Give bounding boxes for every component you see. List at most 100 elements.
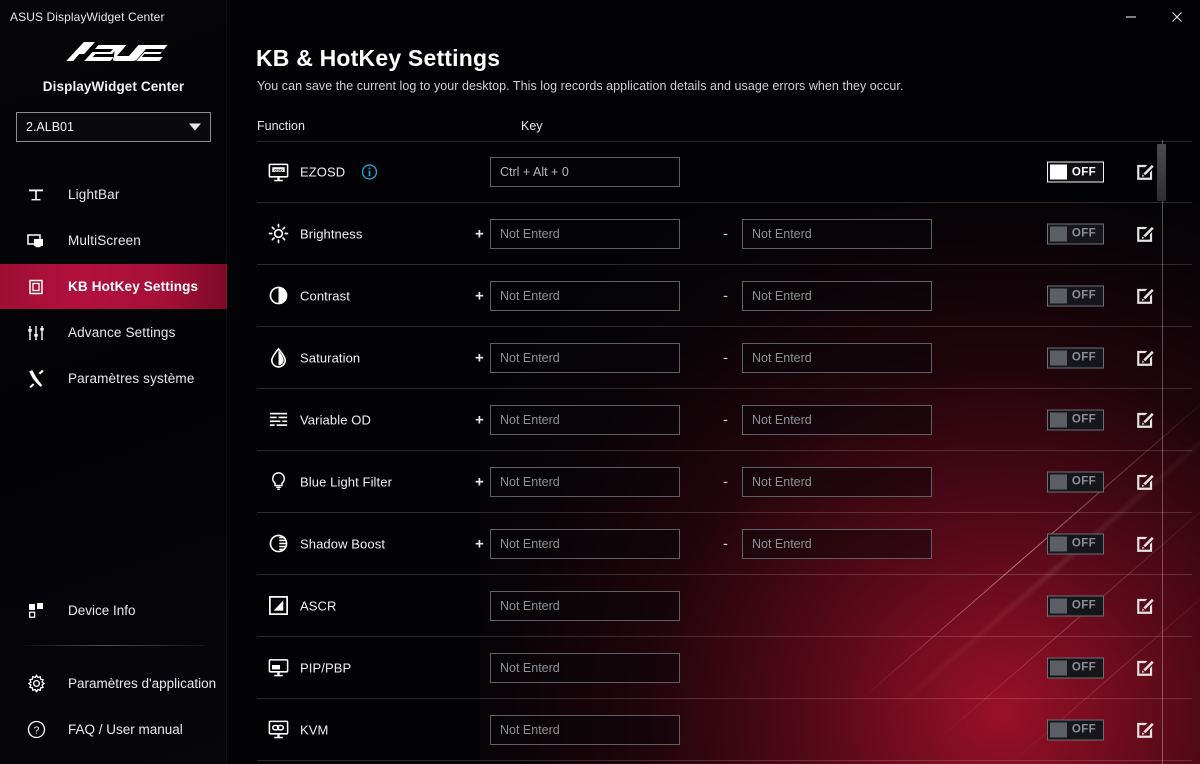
row-function-label: PIP/PBP xyxy=(300,660,352,675)
table-header: Function Key xyxy=(257,119,1177,141)
hotkey-input-primary[interactable]: Not Enterd xyxy=(490,714,680,745)
hotkey-input-primary[interactable]: Ctrl + Alt + 0 xyxy=(490,157,680,187)
row-function-label: KVM xyxy=(300,722,329,737)
device-select-value: 2.ALB01 xyxy=(26,120,74,134)
enable-toggle[interactable]: OFF xyxy=(1047,719,1104,740)
enable-toggle[interactable]: OFF xyxy=(1047,409,1104,430)
toggle-state-label: OFF xyxy=(1071,537,1097,550)
sidebar-item-device-info[interactable]: Device Info xyxy=(0,589,227,631)
edit-button[interactable] xyxy=(1135,162,1155,182)
edit-button[interactable] xyxy=(1135,658,1155,678)
pip-pbp-icon xyxy=(266,656,290,680)
hotkey-input-secondary[interactable]: Not Enterd xyxy=(742,280,932,311)
hotkey-input-primary[interactable]: Not Enterd xyxy=(490,342,680,373)
toggle-knob xyxy=(1050,660,1067,675)
sidebar-item-advance-settings[interactable]: Advance Settings xyxy=(0,310,227,355)
edit-button[interactable] xyxy=(1135,534,1155,554)
close-icon xyxy=(1172,11,1182,22)
sidebar-item-label: MultiScreen xyxy=(68,233,141,248)
hotkey-input-primary-value: Not Enterd xyxy=(500,226,560,241)
edit-button[interactable] xyxy=(1135,596,1155,616)
toggle-knob xyxy=(1050,474,1067,489)
hotkey-input-secondary[interactable]: Not Enterd xyxy=(742,528,932,559)
tools-icon xyxy=(26,368,60,389)
asus-logo-icon xyxy=(65,42,167,61)
enable-toggle[interactable]: OFF xyxy=(1047,595,1104,616)
row-function-label: Saturation xyxy=(300,350,361,365)
plus-symbol: + xyxy=(475,473,484,490)
toggle-knob xyxy=(1050,350,1067,365)
table-row: KVM Not Enterd OFF xyxy=(257,699,1192,761)
sidebar-item-parametres-application[interactable]: Paramètres d'application xyxy=(0,660,227,706)
hotkey-input-secondary[interactable]: Not Enterd xyxy=(742,466,932,497)
close-button[interactable] xyxy=(1154,0,1200,33)
hotkey-input-primary-value: Not Enterd xyxy=(500,722,560,737)
brand-subtitle: DisplayWidget Center xyxy=(42,79,185,94)
multiscreen-icon xyxy=(26,231,60,251)
hotkey-input-secondary[interactable]: Not Enterd xyxy=(742,342,932,373)
sliders-icon xyxy=(26,323,60,343)
plus-symbol: + xyxy=(475,349,484,366)
plus-symbol: + xyxy=(475,225,484,242)
hotkey-input-secondary-value: Not Enterd xyxy=(752,226,812,241)
edit-button[interactable] xyxy=(1135,224,1155,244)
sidebar-item-faq-user-manual[interactable]: ? FAQ / User manual xyxy=(0,706,227,752)
toggle-knob xyxy=(1050,288,1067,303)
sidebar-item-kb-hotkey-settings[interactable]: KB HotKey Settings xyxy=(0,264,227,309)
edit-button[interactable] xyxy=(1135,286,1155,306)
enable-toggle[interactable]: OFF xyxy=(1047,533,1104,554)
enable-toggle[interactable]: OFF xyxy=(1047,347,1104,368)
hotkey-input-secondary-value: Not Enterd xyxy=(752,474,812,489)
enable-toggle[interactable]: OFF xyxy=(1047,657,1104,678)
toggle-knob xyxy=(1050,164,1067,180)
enable-toggle[interactable]: OFF xyxy=(1047,285,1104,306)
scrollbar-thumb[interactable] xyxy=(1157,144,1166,201)
hotkey-input-primary[interactable]: Not Enterd xyxy=(490,404,680,435)
enable-toggle[interactable]: OFF xyxy=(1047,161,1104,183)
enable-toggle[interactable]: OFF xyxy=(1047,471,1104,492)
toggle-state-label: OFF xyxy=(1071,413,1097,426)
lightbar-icon xyxy=(26,185,60,205)
edit-button[interactable] xyxy=(1135,348,1155,368)
table-row: Contrast + Not Enterd - Not Enterd OFF xyxy=(257,265,1192,327)
osd-monitor-icon: OSD xyxy=(266,160,290,184)
hotkey-input-primary[interactable]: Not Enterd xyxy=(490,590,680,621)
hotkey-input-primary[interactable]: Not Enterd xyxy=(490,280,680,311)
sidebar-item-label: Device Info xyxy=(68,602,136,618)
enable-toggle[interactable]: OFF xyxy=(1047,223,1104,244)
hotkey-input-primary-value: Not Enterd xyxy=(500,288,560,303)
hotkey-input-primary[interactable]: Not Enterd xyxy=(490,652,680,683)
hotkey-input-secondary-value: Not Enterd xyxy=(752,350,812,365)
edit-button[interactable] xyxy=(1135,472,1155,492)
hotkey-input-primary-value: Not Enterd xyxy=(500,660,560,675)
dash-symbol: - xyxy=(723,225,728,242)
edit-button[interactable] xyxy=(1135,410,1155,430)
lightbulb-icon xyxy=(266,470,290,494)
brightness-icon xyxy=(266,222,290,246)
hotkey-input-secondary[interactable]: Not Enterd xyxy=(742,404,932,435)
sidebar-item-lightbar[interactable]: LightBar xyxy=(0,172,227,217)
column-header-key: Key xyxy=(521,119,543,133)
hotkey-input-secondary[interactable]: Not Enterd xyxy=(742,218,932,249)
sidebar-item-label: LightBar xyxy=(68,187,120,202)
toggle-state-label: OFF xyxy=(1071,289,1097,302)
device-select[interactable]: 2.ALB01 xyxy=(16,112,211,142)
saturation-icon xyxy=(266,346,290,370)
hotkey-input-primary-value: Not Enterd xyxy=(500,412,560,427)
sidebar-item-multiscreen[interactable]: MultiScreen xyxy=(0,218,227,263)
sidebar-item-label: Paramètres système xyxy=(68,371,195,386)
hotkey-input-primary[interactable]: Not Enterd xyxy=(490,218,680,249)
info-icon[interactable] xyxy=(361,164,378,181)
edit-button[interactable] xyxy=(1135,720,1155,740)
minimize-button[interactable] xyxy=(1108,0,1154,33)
row-function-label: Variable OD xyxy=(300,412,371,427)
shadow-boost-icon xyxy=(266,532,290,556)
row-function-label: Shadow Boost xyxy=(300,536,386,551)
scrollbar-track[interactable] xyxy=(1162,140,1163,764)
hotkey-input-primary[interactable]: Not Enterd xyxy=(490,528,680,559)
hotkey-input-primary[interactable]: Not Enterd xyxy=(490,466,680,497)
plus-symbol: + xyxy=(475,535,484,552)
toggle-state-label: OFF xyxy=(1071,351,1097,364)
sidebar-item-parametres-systeme[interactable]: Paramètres système xyxy=(0,356,227,401)
chevron-down-icon xyxy=(189,123,201,131)
